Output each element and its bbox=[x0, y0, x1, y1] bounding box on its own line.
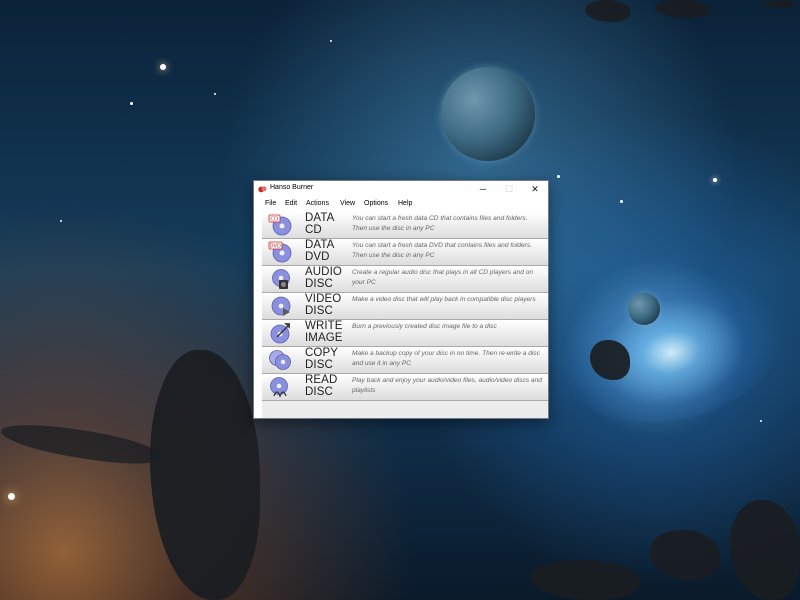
data-dvd-icon: DVD bbox=[268, 241, 292, 263]
action-title: DATA CD bbox=[305, 212, 335, 236]
action-description: Create a regular audio disc that plays i… bbox=[352, 269, 534, 286]
action-item-audio-disc[interactable]: AUDIO DISC Create a regular audio disc t… bbox=[262, 266, 548, 293]
svg-text:DVD: DVD bbox=[270, 244, 281, 250]
action-title: AUDIO DISC bbox=[305, 266, 342, 290]
asteroid bbox=[765, 0, 795, 8]
action-description: You can start a fresh data CD that conta… bbox=[352, 215, 528, 232]
star bbox=[8, 493, 15, 500]
star bbox=[60, 220, 62, 222]
action-description: Make a backup copy of your disc in no ti… bbox=[352, 350, 541, 367]
write-image-icon bbox=[270, 323, 290, 344]
menu-actions[interactable]: Actions bbox=[306, 200, 329, 207]
menu-bar: File Edit Actions View Options Help bbox=[254, 197, 548, 211]
star bbox=[330, 40, 332, 42]
star bbox=[760, 420, 762, 422]
menu-edit[interactable]: Edit bbox=[285, 200, 297, 207]
asteroid bbox=[730, 500, 800, 600]
asteroid bbox=[655, 0, 710, 18]
star bbox=[214, 93, 216, 95]
asteroid bbox=[650, 530, 720, 580]
star bbox=[713, 178, 717, 182]
menu-options[interactable]: Options bbox=[364, 200, 388, 207]
asteroid bbox=[150, 350, 260, 600]
hanso-burner-window: Hanso Burner ─ ☐ ✕ File Edit Actions Vie… bbox=[253, 180, 549, 419]
window-title: Hanso Burner bbox=[270, 184, 314, 191]
action-description: Play back and enjoy your audio/video fil… bbox=[352, 377, 542, 394]
hanso-burner-app-icon bbox=[258, 186, 267, 193]
asteroid bbox=[585, 0, 630, 22]
star bbox=[130, 102, 133, 105]
action-title: VIDEO DISC bbox=[305, 293, 342, 317]
planet-large bbox=[441, 67, 535, 161]
action-description: You can start a fresh data DVD that cont… bbox=[352, 242, 532, 259]
star bbox=[557, 175, 560, 178]
action-list: CD DATA CD You can start a fresh data CD… bbox=[262, 212, 548, 418]
action-description: Make a video disc that will play back in… bbox=[352, 296, 536, 303]
asteroid bbox=[530, 560, 640, 600]
copy-disc-icon bbox=[269, 350, 291, 370]
read-disc-icon bbox=[270, 377, 288, 398]
video-disc-icon bbox=[271, 296, 291, 316]
audio-disc-icon bbox=[272, 269, 290, 289]
menu-file[interactable]: File bbox=[265, 200, 276, 207]
action-description: Burn a previously created disc image fil… bbox=[352, 323, 497, 330]
menu-view[interactable]: View bbox=[340, 200, 355, 207]
close-button[interactable]: ✕ bbox=[522, 181, 548, 197]
title-bar[interactable]: Hanso Burner ─ ☐ ✕ bbox=[254, 181, 548, 197]
minimize-button[interactable]: ─ bbox=[470, 181, 496, 197]
action-item-data-cd[interactable]: CD DATA CD You can start a fresh data CD… bbox=[262, 212, 548, 239]
action-item-read-disc[interactable]: READ DISC Play back and enjoy your audio… bbox=[262, 374, 548, 401]
action-title: COPY DISC bbox=[305, 347, 338, 371]
menu-help[interactable]: Help bbox=[398, 200, 412, 207]
star bbox=[620, 200, 623, 203]
asteroid bbox=[0, 419, 162, 469]
action-item-copy-disc[interactable]: COPY DISC Make a backup copy of your dis… bbox=[262, 347, 548, 374]
action-item-data-dvd[interactable]: DVD DATA DVD You can start a fresh data … bbox=[262, 239, 548, 266]
action-title: WRITE IMAGE bbox=[305, 320, 343, 344]
galaxy bbox=[541, 247, 799, 443]
maximize-button[interactable]: ☐ bbox=[496, 181, 522, 197]
action-item-write-image[interactable]: WRITE IMAGE Burn a previously created di… bbox=[262, 320, 548, 347]
action-title: READ DISC bbox=[305, 374, 338, 398]
star bbox=[160, 64, 166, 70]
svg-text:CD: CD bbox=[270, 217, 278, 223]
action-item-video-disc[interactable]: VIDEO DISC Make a video disc that will p… bbox=[262, 293, 548, 320]
planet-small bbox=[628, 293, 660, 325]
action-title: DATA DVD bbox=[305, 239, 335, 263]
data-cd-icon: CD bbox=[268, 214, 292, 236]
